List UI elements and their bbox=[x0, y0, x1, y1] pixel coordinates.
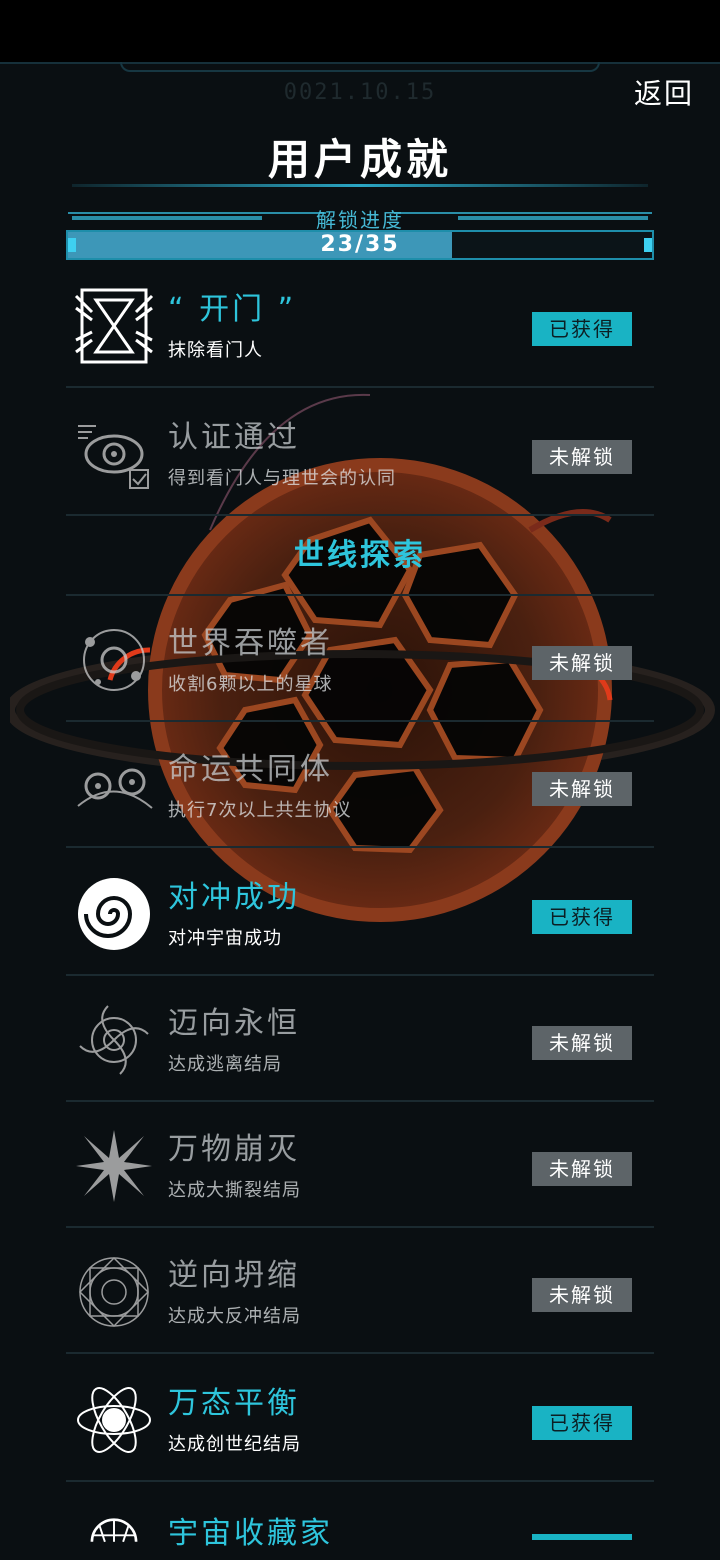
achievement-item[interactable]: 宇宙收藏家 bbox=[66, 1484, 654, 1560]
achievement-item[interactable]: 认证通过 得到看门人与理世会的认同 未解锁 bbox=[66, 390, 654, 516]
achievement-desc: 对冲宇宙成功 bbox=[168, 928, 282, 949]
achievement-name: 宇宙收藏家 bbox=[168, 1516, 333, 1551]
achievement-name: “ 开门 ” bbox=[168, 292, 297, 327]
planet-orbit-icon bbox=[83, 629, 145, 691]
spiral-icon bbox=[78, 878, 150, 950]
status-badge: 未解锁 bbox=[532, 1026, 632, 1060]
divider bbox=[66, 386, 654, 388]
status-badge: 未解锁 bbox=[532, 440, 632, 474]
status-badge: 未解锁 bbox=[532, 772, 632, 806]
achievement-name: 认证通过 bbox=[168, 420, 300, 455]
achievement-desc: 得到看门人与理世会的认同 bbox=[168, 468, 396, 489]
page-title: 用户成就 bbox=[267, 135, 452, 184]
achievement-desc: 达成大撕裂结局 bbox=[168, 1180, 301, 1201]
divider bbox=[66, 514, 654, 516]
achievement-name: 对冲成功 bbox=[168, 880, 300, 915]
progress-label: 解锁进度 bbox=[316, 208, 404, 232]
achievement-name: 世界吞噬者 bbox=[168, 626, 333, 661]
divider bbox=[66, 846, 654, 848]
status-badge: 未解锁 bbox=[532, 1278, 632, 1312]
mandala-icon bbox=[78, 1256, 150, 1328]
achievement-desc: 抹除看门人 bbox=[168, 340, 263, 361]
achievement-name: 万态平衡 bbox=[168, 1386, 300, 1421]
unlock-progress: 解锁进度 23/35 bbox=[66, 204, 654, 262]
achievement-name: 命运共同体 bbox=[168, 752, 333, 787]
section-title: 世线探索 bbox=[294, 538, 426, 573]
achievement-item[interactable]: 对冲成功 对冲宇宙成功 已获得 bbox=[66, 850, 654, 976]
frame-notch bbox=[120, 62, 600, 72]
twin-planet-icon bbox=[77, 768, 153, 809]
dome-icon bbox=[90, 1518, 138, 1543]
achievement-item[interactable]: 万物崩灭 达成大撕裂结局 未解锁 bbox=[66, 1102, 654, 1228]
achievement-desc: 达成创世纪结局 bbox=[168, 1434, 301, 1455]
achievement-desc: 达成逃离结局 bbox=[168, 1054, 282, 1075]
achievement-name: 迈向永恒 bbox=[168, 1006, 300, 1041]
achievement-desc: 达成大反冲结局 bbox=[168, 1306, 301, 1327]
status-badge: 已获得 bbox=[532, 900, 632, 934]
achievement-item[interactable]: “ 开门 ” 抹除看门人 已获得 bbox=[66, 262, 654, 388]
back-button[interactable]: 返回 bbox=[634, 72, 694, 112]
status-badge: 已获得 bbox=[532, 312, 632, 346]
achievement-name: 逆向坍缩 bbox=[168, 1258, 300, 1293]
divider bbox=[66, 1352, 654, 1354]
door-hourglass-icon bbox=[74, 288, 154, 364]
progress-value: 23/35 bbox=[320, 232, 400, 257]
eye-verify-icon bbox=[78, 425, 149, 489]
title-divider bbox=[72, 184, 648, 187]
achievement-item[interactable]: 逆向坍缩 达成大反冲结局 未解锁 bbox=[66, 1228, 654, 1354]
atom-icon bbox=[77, 1387, 151, 1453]
status-badge: 已获得 bbox=[532, 1406, 632, 1440]
achievement-item[interactable]: 命运共同体 执行7次以上共生协议 未解锁 bbox=[66, 722, 654, 848]
achievement-item[interactable]: 万态平衡 达成创世纪结局 已获得 bbox=[66, 1356, 654, 1482]
status-badge: 未解锁 bbox=[532, 1152, 632, 1186]
achievement-name: 万物崩灭 bbox=[168, 1132, 300, 1167]
burst-icon bbox=[76, 1130, 152, 1202]
date-label: 0021.10.15 bbox=[283, 80, 437, 105]
vortex-icon bbox=[79, 1005, 149, 1075]
status-badge: 未解锁 bbox=[532, 646, 632, 680]
achievement-item[interactable]: 世界吞噬者 收割6颗以上的星球 未解锁 bbox=[66, 596, 654, 722]
achievement-item[interactable]: 迈向永恒 达成逃离结局 未解锁 bbox=[66, 976, 654, 1102]
divider bbox=[66, 1480, 654, 1482]
status-badge-partial bbox=[532, 1534, 632, 1540]
status-bar-area bbox=[0, 0, 720, 62]
achievement-desc: 收割6颗以上的星球 bbox=[168, 674, 333, 695]
achievement-desc: 执行7次以上共生协议 bbox=[168, 800, 352, 821]
